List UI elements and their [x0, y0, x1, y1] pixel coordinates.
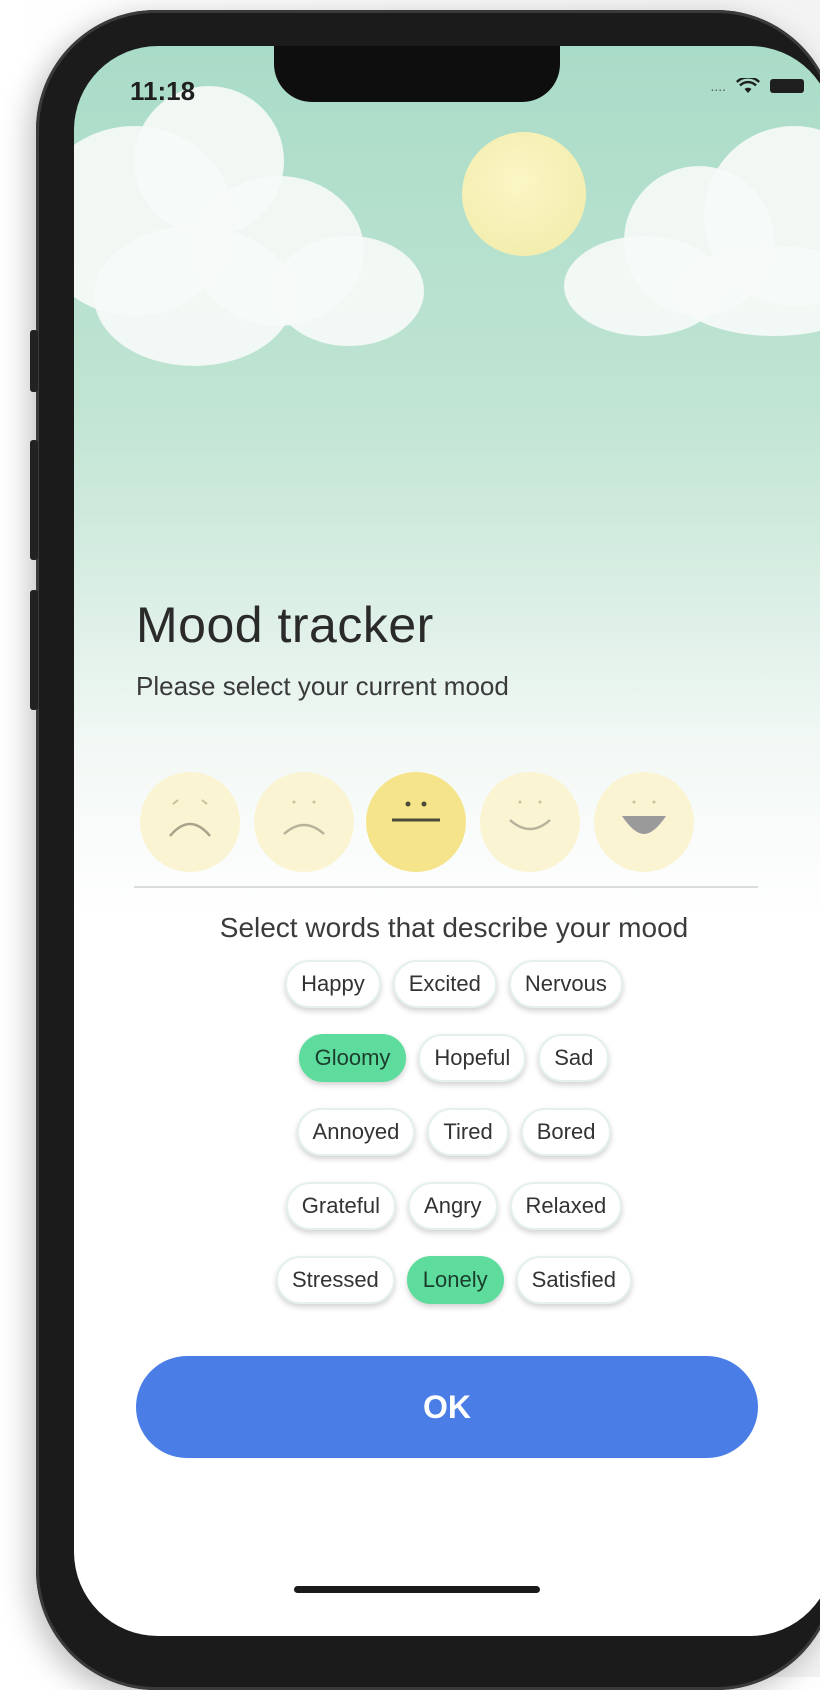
chip-row: Gloomy Hopeful Sad — [74, 1034, 820, 1082]
chip-grateful[interactable]: Grateful — [285, 1182, 397, 1230]
chip-row: Annoyed Tired Bored — [74, 1108, 820, 1156]
battery-icon — [770, 79, 804, 93]
laugh-face-icon[interactable] — [594, 772, 694, 872]
notch — [274, 46, 560, 102]
divider — [134, 886, 758, 888]
ok-button[interactable]: OK — [136, 1356, 758, 1458]
status-icons: .... — [710, 78, 804, 94]
chip-annoyed[interactable]: Annoyed — [296, 1108, 416, 1156]
side-button-mute — [30, 330, 38, 392]
side-button-volume-up — [30, 440, 38, 560]
neutral-face-icon[interactable] — [366, 772, 466, 872]
chip-row: Stressed Lonely Satisfied — [74, 1256, 820, 1304]
words-heading: Select words that describe your mood — [219, 912, 689, 943]
mood-selector — [140, 772, 760, 876]
sad-face-icon[interactable] — [254, 772, 354, 872]
chip-angry[interactable]: Angry — [408, 1182, 498, 1230]
chip-excited[interactable]: Excited — [392, 960, 497, 1008]
app-screen: 11:18 .... Mood tracker Please select yo… — [74, 46, 820, 1636]
chip-satisfied[interactable]: Satisfied — [515, 1256, 633, 1304]
chip-tired[interactable]: Tired — [427, 1108, 509, 1156]
chip-bored[interactable]: Bored — [520, 1108, 612, 1156]
chip-row: Happy Excited Nervous — [74, 960, 820, 1008]
very-sad-face-icon[interactable] — [140, 772, 240, 872]
chip-happy[interactable]: Happy — [285, 960, 381, 1008]
chip-sad[interactable]: Sad — [538, 1034, 610, 1082]
cloud-left — [74, 66, 434, 366]
chip-lonely[interactable]: Lonely — [406, 1256, 504, 1304]
chip-relaxed[interactable]: Relaxed — [509, 1182, 623, 1230]
wifi-icon — [736, 78, 760, 93]
side-button-volume-down — [30, 590, 38, 710]
signal-dots: .... — [710, 78, 726, 94]
smile-face-icon[interactable] — [480, 772, 580, 872]
chip-stressed[interactable]: Stressed — [275, 1256, 395, 1304]
chip-hopeful[interactable]: Hopeful — [418, 1034, 527, 1082]
status-time: 11:18 — [130, 76, 196, 106]
page-title: Mood tracker — [136, 597, 434, 653]
chip-nervous[interactable]: Nervous — [508, 960, 623, 1008]
page-subtitle: Please select your current mood — [136, 671, 509, 701]
cloud-right — [554, 126, 820, 346]
chip-row: Grateful Angry Relaxed — [74, 1182, 820, 1230]
home-indicator[interactable] — [294, 1586, 540, 1593]
chip-gloomy[interactable]: Gloomy — [298, 1034, 407, 1082]
